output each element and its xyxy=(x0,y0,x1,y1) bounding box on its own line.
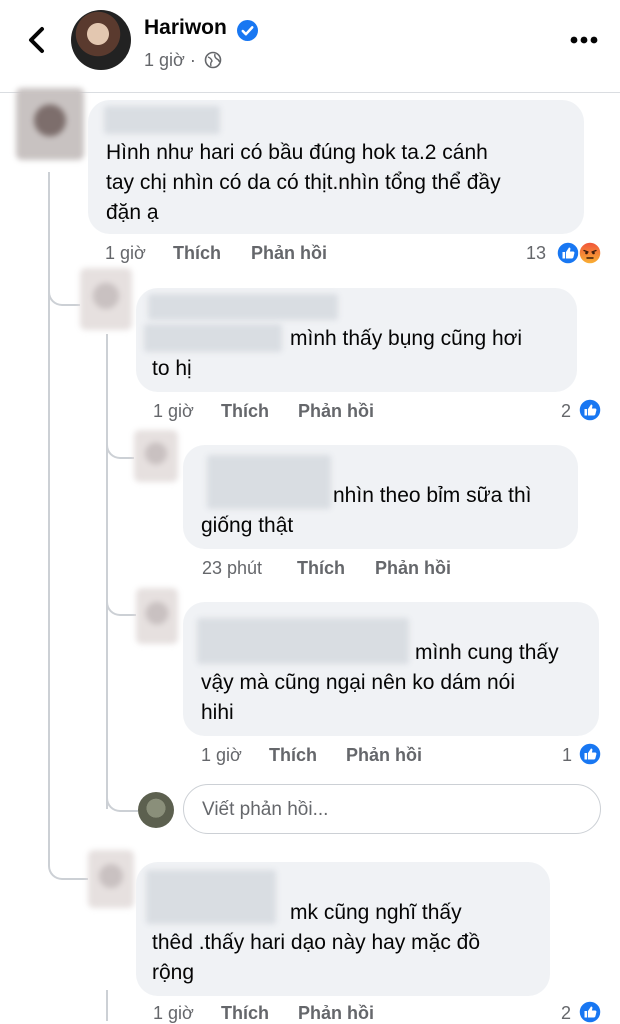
comment-text-line: đặn ạ xyxy=(106,201,159,224)
comment-text-line: mk cũng nghĩ thấy xyxy=(290,901,462,924)
like-reaction-icon xyxy=(556,241,580,265)
thread-line xyxy=(106,990,108,1021)
commenter-name-redacted[interactable] xyxy=(197,618,409,664)
like-reaction-icon xyxy=(578,398,602,422)
reply-button[interactable]: Phản hồi xyxy=(375,558,451,579)
comment-time: 23 phút xyxy=(202,558,263,578)
reaction-count[interactable]: 13 xyxy=(526,243,546,264)
globe-icon xyxy=(204,51,222,69)
like-reaction-icon xyxy=(578,1000,602,1024)
comment-text-line: giống thật xyxy=(201,514,294,537)
comment-time: 1 giờ xyxy=(153,401,194,421)
comment-text-line: tay chị nhìn có da có thịt.nhìn tổng thể… xyxy=(106,171,501,194)
commenter-avatar[interactable] xyxy=(134,430,178,482)
comment-bubble: mk cũng nghĩ thấy thêd .thấy hari dạo nà… xyxy=(136,862,550,996)
comment-text-line: to hị xyxy=(152,357,192,380)
commenter-avatar[interactable] xyxy=(88,850,134,908)
thread-line xyxy=(106,334,108,809)
commenter-name-redacted[interactable] xyxy=(148,294,338,320)
angry-reaction-icon xyxy=(578,241,602,265)
comment-text-line: nhìn theo bỉm sữa thì xyxy=(333,484,532,507)
thread-connector xyxy=(106,770,138,812)
author-name[interactable]: Hariwon xyxy=(144,16,227,40)
reply-button[interactable]: Phản hồi xyxy=(346,745,422,766)
comment-bubble: mình thấy bụng cũng hơi to hị xyxy=(136,288,577,392)
post-header: Hariwon 1 giờ · xyxy=(0,0,620,93)
chevron-left-icon[interactable] xyxy=(22,24,52,56)
more-horizontal-icon[interactable] xyxy=(570,36,598,44)
comment-text-line: mình thấy bụng cũng hơi xyxy=(290,327,523,350)
like-reaction-icon xyxy=(578,742,602,766)
like-button[interactable]: Thích xyxy=(221,401,269,422)
post-time: 1 giờ · xyxy=(144,50,196,70)
thread-connector xyxy=(48,262,80,306)
reaction-count[interactable]: 1 xyxy=(562,745,572,766)
like-button[interactable]: Thích xyxy=(269,745,317,766)
comment-text-line: thêd .thấy hari dạo này hay mặc đồ xyxy=(152,931,481,954)
verified-badge-icon xyxy=(237,20,258,41)
comment-text-line: vậy mà cũng ngại nên ko dám nói xyxy=(201,671,516,694)
like-button[interactable]: Thích xyxy=(173,243,221,264)
commenter-name-redacted[interactable] xyxy=(104,106,220,134)
reaction-count[interactable]: 2 xyxy=(561,401,571,422)
comment-text-line: Hình như hari có bầu đúng hok ta.2 cánh xyxy=(106,141,488,164)
commenter-avatar[interactable] xyxy=(136,588,178,644)
like-button[interactable]: Thích xyxy=(297,558,345,579)
comment-time: 1 giờ xyxy=(201,745,242,765)
comment-text-line: hihi xyxy=(201,701,234,724)
reply-button[interactable]: Phản hồi xyxy=(298,401,374,422)
thread-connector xyxy=(106,425,134,459)
current-user-avatar xyxy=(138,792,174,828)
commenter-name-redacted[interactable] xyxy=(146,870,276,924)
mention-redacted[interactable] xyxy=(144,324,282,352)
comment-bubble: Hình như hari có bầu đúng hok ta.2 cánh … xyxy=(88,100,584,234)
commenter-avatar[interactable] xyxy=(80,268,132,330)
thread-connector xyxy=(48,830,88,880)
comment-time: 1 giờ xyxy=(105,243,146,263)
comment-text-line: mình cung thấy xyxy=(415,641,559,664)
reply-input[interactable]: Viết phản hồi... xyxy=(183,784,601,834)
thread-connector xyxy=(106,580,136,616)
comment-bubble: nhìn theo bỉm sữa thì giống thật xyxy=(183,445,578,549)
comment-bubble: mình cung thấy vậy mà cũng ngại nên ko d… xyxy=(183,602,599,736)
comment-text-line: rộng xyxy=(152,961,195,984)
commenter-name-redacted[interactable] xyxy=(207,455,331,509)
reply-button[interactable]: Phản hồi xyxy=(251,243,327,264)
author-avatar[interactable] xyxy=(71,10,131,70)
commenter-avatar[interactable] xyxy=(16,88,84,160)
